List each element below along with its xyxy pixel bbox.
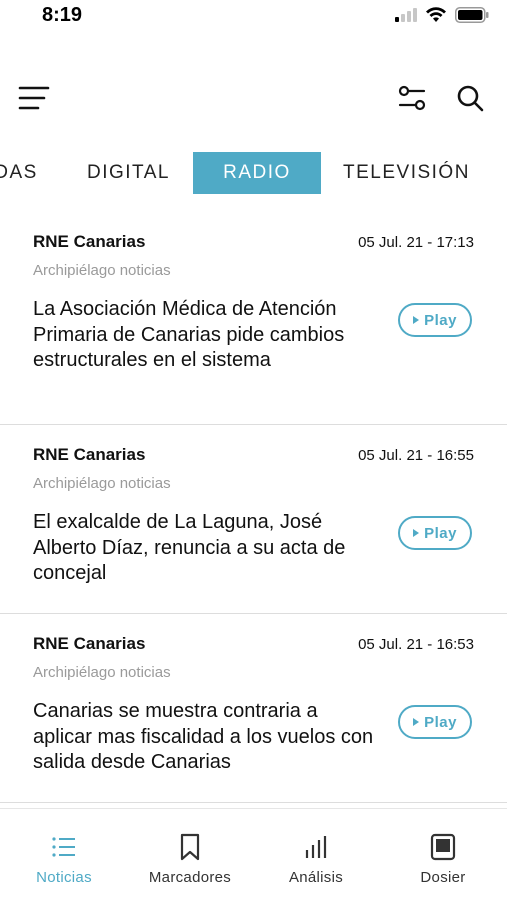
news-program: Archipiélago noticias xyxy=(33,475,171,492)
hamburger-menu-icon xyxy=(18,86,50,110)
nav-analisis[interactable]: Análisis xyxy=(256,831,376,886)
tab-digital[interactable]: DIGITAL xyxy=(87,152,170,194)
dossier-icon xyxy=(430,833,456,861)
play-button[interactable]: Play xyxy=(398,705,472,739)
nav-label: Análisis xyxy=(288,869,344,886)
news-item[interactable]: RNE Canarias 05 Jul. 21 - 16:55 Archipié… xyxy=(0,425,507,614)
tab-todas[interactable]: ODAS xyxy=(0,152,38,194)
play-icon xyxy=(413,718,420,726)
nav-marcadores[interactable]: Marcadores xyxy=(130,831,250,886)
news-datetime: 05 Jul. 21 - 17:13 xyxy=(358,234,474,251)
status-bar: 8:19 xyxy=(0,0,507,34)
list-icon xyxy=(52,837,75,857)
filter-sliders-icon xyxy=(398,85,426,111)
battery-icon xyxy=(455,7,489,23)
status-time: 8:19 xyxy=(42,4,83,26)
news-datetime: 05 Jul. 21 - 16:53 xyxy=(358,636,474,653)
news-source: RNE Canarias xyxy=(33,232,146,251)
news-datetime: 05 Jul. 21 - 16:55 xyxy=(358,447,474,464)
top-app-bar xyxy=(0,70,507,126)
search-button[interactable] xyxy=(450,78,490,118)
nav-label: Marcadores xyxy=(148,869,232,886)
bookmark-icon xyxy=(180,833,200,861)
play-icon xyxy=(413,529,420,537)
status-icons xyxy=(395,7,489,23)
nav-label: Noticias xyxy=(36,869,92,886)
search-icon xyxy=(457,85,484,112)
category-tabs: ODAS DIGITAL RADIO TELEVISIÓN xyxy=(0,150,507,198)
news-source: RNE Canarias xyxy=(33,634,146,653)
nav-dosier[interactable]: Dosier xyxy=(383,831,503,886)
news-item[interactable]: RNE Canarias 05 Jul. 21 - 17:13 Archipié… xyxy=(0,212,507,425)
tab-television[interactable]: TELEVISIÓN xyxy=(343,152,470,194)
play-label: Play xyxy=(424,713,457,731)
news-program: Archipiélago noticias xyxy=(33,664,171,681)
nav-label: Dosier xyxy=(420,869,466,886)
tab-radio[interactable]: RADIO xyxy=(193,152,321,194)
play-label: Play xyxy=(424,311,457,329)
nav-noticias[interactable]: Noticias xyxy=(4,831,124,886)
news-item[interactable]: RNE Canarias 05 Jul. 21 - 16:53 Archipié… xyxy=(0,614,507,803)
news-headline[interactable]: El exalcalde de La Laguna, José Alberto … xyxy=(33,510,378,587)
filter-button[interactable] xyxy=(392,78,432,118)
news-list: RNE Canarias 05 Jul. 21 - 17:13 Archipié… xyxy=(0,212,507,803)
news-source: RNE Canarias xyxy=(33,445,146,464)
wifi-icon xyxy=(426,7,446,22)
news-headline[interactable]: La Asociación Médica de Atención Primari… xyxy=(33,297,378,374)
news-headline[interactable]: Canarias se muestra contraria a aplicar … xyxy=(33,699,378,776)
play-label: Play xyxy=(424,524,457,542)
cellular-signal-icon xyxy=(395,8,417,22)
play-icon xyxy=(413,316,420,324)
news-program: Archipiélago noticias xyxy=(33,262,171,279)
bar-chart-icon xyxy=(305,836,327,858)
bottom-navigation: Noticias Marcadores Análisis Dosier xyxy=(0,808,507,900)
play-button[interactable]: Play xyxy=(398,516,472,550)
menu-button[interactable] xyxy=(14,78,54,118)
play-button[interactable]: Play xyxy=(398,303,472,337)
